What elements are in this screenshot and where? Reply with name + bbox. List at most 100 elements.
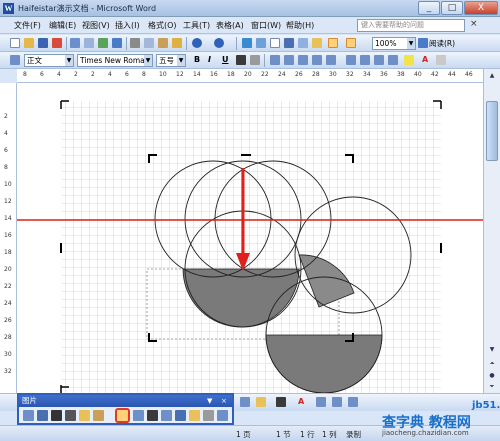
numbering-icon[interactable]: [346, 55, 356, 65]
permission-icon[interactable]: [52, 38, 62, 48]
align-left-icon[interactable]: [270, 55, 280, 65]
help-icon[interactable]: [418, 38, 428, 48]
print-icon[interactable]: [70, 38, 80, 48]
char-shading-icon[interactable]: [250, 55, 260, 65]
line-style-icon[interactable]: [147, 410, 158, 421]
dash-style-icon[interactable]: [332, 397, 342, 407]
paste-icon[interactable]: [158, 38, 168, 48]
menu-file[interactable]: 文件(F): [14, 20, 41, 31]
less-brightness-icon[interactable]: [93, 410, 104, 421]
word-app-icon[interactable]: W: [3, 3, 14, 14]
increase-indent-icon[interactable]: [388, 55, 398, 65]
spelling-icon[interactable]: [98, 38, 108, 48]
horizontal-ruler[interactable]: 8 6 4 2 2 4 6 8 10 12 14 16 18 20 22 24 26 28 30 32 34 36 38 40…: [17, 69, 500, 83]
line-style-icon[interactable]: [316, 397, 326, 407]
draw-select-icon[interactable]: [240, 397, 250, 407]
document-area[interactable]: [17, 83, 483, 393]
zoom-select[interactable]: 100% ▼: [372, 37, 416, 50]
font-color-button[interactable]: A: [422, 55, 428, 64]
italic-button[interactable]: I: [208, 55, 211, 64]
close-button[interactable]: X: [464, 1, 498, 15]
text-wrapping-icon[interactable]: [175, 410, 186, 421]
crop-icon[interactable]: [115, 408, 130, 423]
reset-picture-icon[interactable]: [217, 410, 228, 421]
picture-toolbar-title[interactable]: 图片 ▼ ×: [19, 395, 232, 407]
drawing-icon[interactable]: [312, 38, 322, 48]
columns-icon[interactable]: [298, 38, 308, 48]
draw-font-color-icon[interactable]: A: [298, 397, 304, 406]
bold-button[interactable]: B: [194, 55, 200, 64]
circle-right[interactable]: [294, 196, 412, 314]
prev-page-icon[interactable]: ⏶: [486, 359, 498, 370]
menu-table[interactable]: 表格(A): [216, 20, 244, 31]
redo-icon[interactable]: [214, 38, 224, 48]
align-center-icon[interactable]: [284, 55, 294, 65]
underline-button[interactable]: U: [222, 55, 229, 64]
fill-color-icon[interactable]: [256, 397, 266, 407]
menu-view[interactable]: 视图(V): [82, 20, 110, 31]
toolbar-close-icon[interactable]: ×: [221, 395, 227, 407]
menu-format[interactable]: 格式(O): [148, 20, 177, 31]
less-contrast-icon[interactable]: [65, 410, 76, 421]
scroll-thumb[interactable]: [486, 101, 498, 161]
compress-picture-icon[interactable]: [161, 410, 172, 421]
line-spacing-icon[interactable]: [326, 55, 336, 65]
format-painter-icon[interactable]: [172, 38, 182, 48]
document-close-icon[interactable]: ×: [470, 19, 478, 29]
research-icon[interactable]: [112, 38, 122, 48]
more-brightness-icon[interactable]: [79, 410, 90, 421]
scroll-down-icon[interactable]: ▼: [486, 345, 498, 356]
vertical-ruler[interactable]: 2 4 6 8 10 12 14 16 18 20 22 24 26 28 30 32: [0, 83, 17, 393]
undo-icon[interactable]: [192, 38, 202, 48]
next-page-icon[interactable]: ⏷: [486, 382, 498, 393]
highlight-icon[interactable]: [404, 55, 414, 65]
status-record[interactable]: 录制: [346, 429, 361, 440]
browse-object-icon[interactable]: ●: [486, 371, 498, 382]
more-contrast-icon[interactable]: [51, 410, 62, 421]
document-map-icon[interactable]: [328, 38, 338, 48]
format-picture-icon[interactable]: [189, 410, 200, 421]
scroll-up-icon[interactable]: ▲: [486, 71, 498, 82]
save-icon[interactable]: [38, 38, 48, 48]
char-border-icon[interactable]: [236, 55, 246, 65]
show-hide-icon[interactable]: [346, 38, 356, 48]
print-preview-icon[interactable]: [84, 38, 94, 48]
decrease-indent-icon[interactable]: [374, 55, 384, 65]
insert-table-icon[interactable]: [270, 38, 280, 48]
toolbar-options-icon[interactable]: ▼: [207, 395, 212, 407]
align-right-icon[interactable]: [298, 55, 308, 65]
arrow-style-icon[interactable]: [348, 397, 358, 407]
font-size-select[interactable]: 五号 ▼: [156, 54, 186, 67]
menu-insert[interactable]: 插入(I): [115, 20, 140, 31]
menu-tools[interactable]: 工具(T): [183, 20, 210, 31]
justify-icon[interactable]: [312, 55, 322, 65]
set-transparent-color-icon[interactable]: [203, 410, 214, 421]
line-color-icon[interactable]: [276, 397, 286, 407]
minimize-button[interactable]: _: [418, 1, 440, 15]
tables-borders-icon[interactable]: [256, 38, 266, 48]
new-document-icon[interactable]: [10, 38, 20, 48]
help-search-input[interactable]: 键入需要帮助的问题: [357, 19, 465, 32]
picture-toolbar: 图片 ▼ ×: [17, 393, 234, 425]
insert-picture-icon[interactable]: [23, 410, 34, 421]
menu-window[interactable]: 窗口(W): [251, 20, 281, 31]
style-select[interactable]: 正文 ▼: [24, 54, 74, 67]
chevron-down-icon: ▼: [144, 55, 152, 66]
bullets-icon[interactable]: [360, 55, 370, 65]
vertical-scrollbar[interactable]: ▲ ▼ ⏶ ● ⏷: [483, 69, 500, 393]
open-folder-icon[interactable]: [24, 38, 34, 48]
menu-help[interactable]: 帮助(H): [286, 20, 314, 31]
hyperlink-icon[interactable]: [242, 38, 252, 48]
insert-excel-icon[interactable]: [284, 38, 294, 48]
rotate-left-icon[interactable]: [133, 410, 144, 421]
ruler-corner[interactable]: [0, 69, 17, 83]
cut-icon[interactable]: [130, 38, 140, 48]
maximize-button[interactable]: □: [441, 1, 463, 15]
read-button[interactable]: 阅读(R): [429, 38, 455, 49]
font-select[interactable]: Times New Roman ▼: [77, 54, 153, 67]
menu-edit[interactable]: 编辑(E): [49, 20, 76, 31]
color-icon[interactable]: [37, 410, 48, 421]
font-color-dropdown-icon[interactable]: [436, 55, 446, 65]
styles-pane-icon[interactable]: [10, 55, 20, 65]
copy-icon[interactable]: [144, 38, 154, 48]
